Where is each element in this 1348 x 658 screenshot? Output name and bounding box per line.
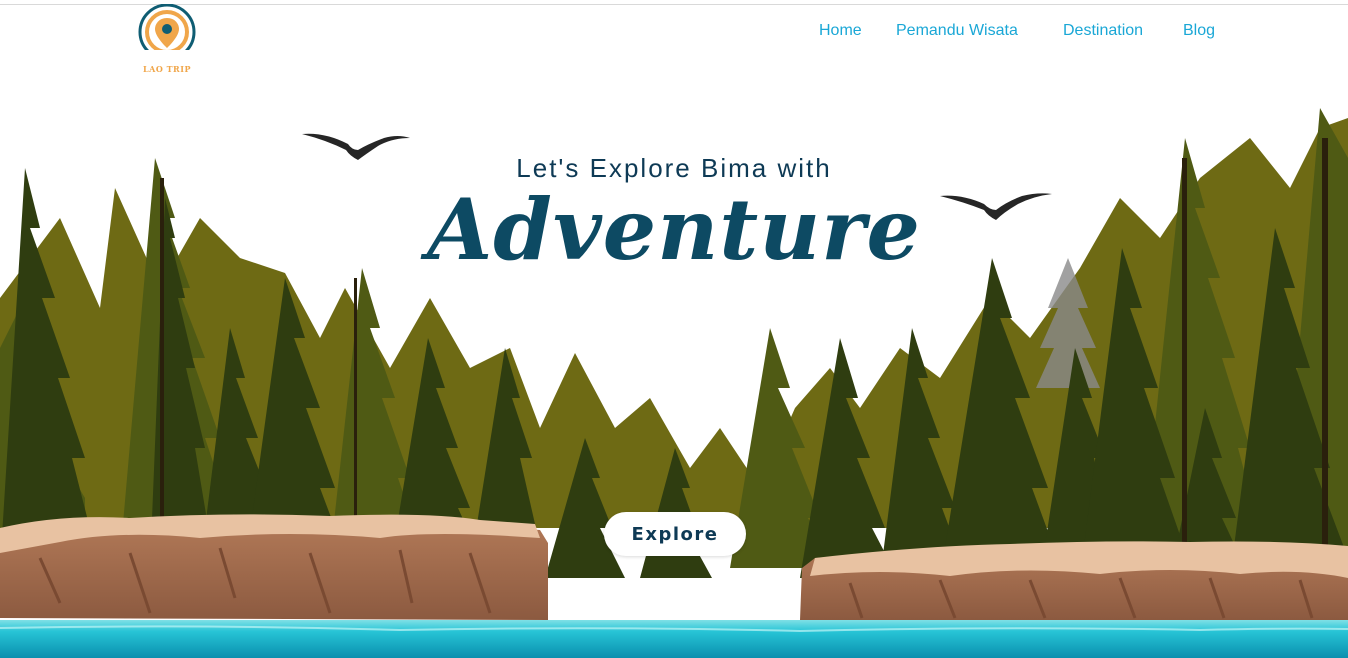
logo-text: LAO TRIP [143,64,191,74]
hero-title: Adventure [427,180,921,279]
top-divider [0,4,1348,5]
right-cliff [800,541,1348,620]
explore-button[interactable]: Explore [604,512,746,556]
nav-destination[interactable]: Destination [1063,22,1143,40]
nav-blog[interactable]: Blog [1183,22,1215,40]
nav-home[interactable]: Home [819,22,862,40]
left-cliff [0,514,548,620]
main-nav: Home Pemandu Wisata Destination Blog [0,22,1348,46]
nav-pemandu-wisata[interactable]: Pemandu Wisata [896,22,1018,40]
